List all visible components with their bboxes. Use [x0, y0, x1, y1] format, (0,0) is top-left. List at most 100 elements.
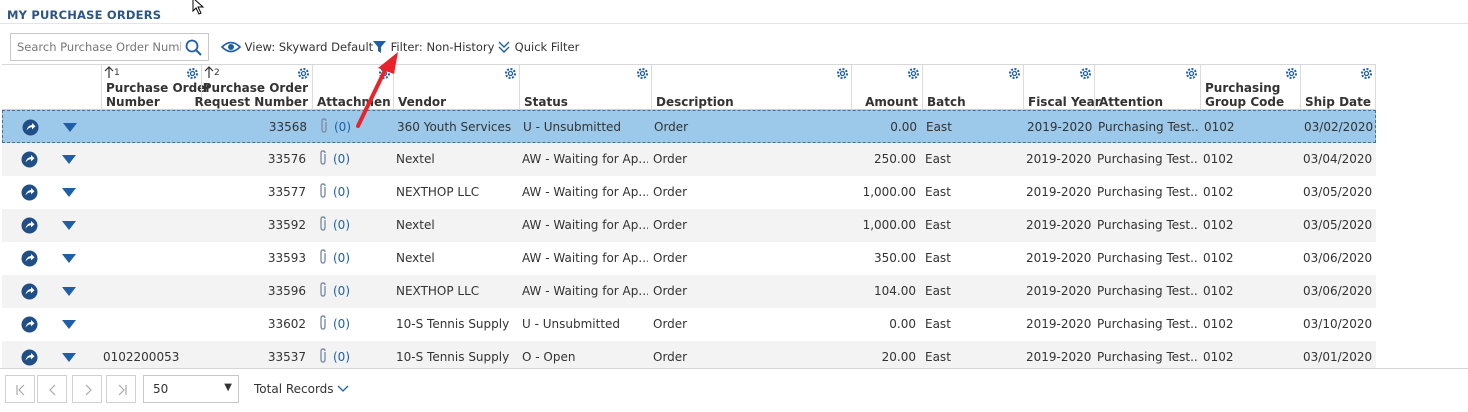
gear-icon[interactable] — [504, 67, 517, 80]
cell-attachments[interactable]: (0) — [318, 176, 388, 209]
header-por-number[interactable]: 2 Purchase Order Request Number — [195, 65, 312, 110]
cell-batch: East — [925, 185, 951, 199]
column-label: Attention — [1099, 95, 1164, 109]
last-page-icon — [118, 384, 127, 396]
cell-amount: 350.00 — [874, 251, 916, 265]
previous-page-button[interactable] — [37, 375, 67, 403]
header-vendor[interactable]: Vendor — [393, 65, 519, 110]
gear-icon[interactable] — [297, 67, 310, 80]
table-row[interactable]: 33596 NEXTHOP LLC AW - Waiting for Ap... Or… — [2, 275, 1376, 308]
column-label: Ship Date — [1305, 95, 1371, 109]
total-records-toggle[interactable]: Total Records — [254, 382, 349, 396]
cell-batch: East — [925, 317, 951, 331]
go-arrow-icon[interactable] — [21, 217, 38, 234]
cell-attention: Purchasing Test... — [1097, 317, 1197, 331]
cell-amount: 104.00 — [874, 284, 916, 298]
search-input[interactable] — [11, 34, 181, 60]
cell-attachments[interactable]: (0) — [318, 242, 388, 275]
header-amount[interactable]: Amount — [851, 65, 922, 110]
last-page-button[interactable] — [106, 375, 136, 403]
row-menu-dropdown-icon[interactable] — [63, 123, 77, 132]
cell-purchasing-group-code: 0102 — [1203, 317, 1234, 331]
header-po-number[interactable]: 1 Purchase Order Number — [101, 65, 211, 110]
column-label: Amount — [865, 95, 918, 109]
table-row[interactable]: 33593 Nextel AW - Waiting for Ap... Order 35… — [2, 242, 1376, 275]
go-arrow-icon[interactable] — [21, 316, 38, 333]
header-batch[interactable]: Batch — [922, 65, 1023, 110]
gear-icon[interactable] — [836, 67, 849, 80]
cell-description: Order — [653, 185, 688, 199]
cell-vendor: 360 Youth Services — [397, 120, 512, 134]
header-purchasing-group-code[interactable]: Purchasing Group Code — [1200, 65, 1300, 110]
cell-description: Order — [654, 120, 689, 134]
gear-icon[interactable] — [186, 67, 199, 80]
row-menu-dropdown-icon[interactable] — [62, 320, 76, 329]
cell-attachments[interactable]: (0) — [318, 308, 388, 341]
page-header: MY PURCHASE ORDERS — [0, 0, 1468, 24]
table-row[interactable]: 33602 10-S Tennis Supply U - Unsubmitted Or… — [2, 308, 1376, 341]
page-size-select[interactable]: 50 ▼ — [143, 375, 239, 403]
cell-por-number: 33577 — [267, 185, 306, 199]
go-arrow-icon[interactable] — [21, 283, 38, 300]
row-menu-dropdown-icon[interactable] — [62, 188, 76, 197]
first-page-button[interactable] — [5, 375, 35, 403]
go-arrow-icon[interactable] — [21, 151, 38, 168]
paperclip-icon — [321, 118, 327, 133]
paperclip-icon — [320, 150, 326, 165]
column-label: Status — [524, 95, 568, 109]
cell-por-number: 33596 — [267, 284, 306, 298]
go-arrow-icon[interactable] — [21, 250, 38, 267]
gear-icon[interactable] — [1008, 67, 1021, 80]
gear-icon[interactable] — [636, 67, 649, 80]
next-page-button[interactable] — [72, 375, 102, 403]
row-menu-dropdown-icon[interactable] — [62, 287, 76, 296]
table-row[interactable]: 33577 NEXTHOP LLC AW - Waiting for Ap... Or… — [2, 176, 1376, 209]
header-ship-date[interactable]: Ship Date — [1300, 65, 1376, 110]
search-icon[interactable] — [185, 39, 202, 56]
gear-icon[interactable] — [1185, 67, 1198, 80]
go-arrow-icon[interactable] — [21, 184, 38, 201]
cell-description: Order — [653, 251, 688, 265]
table-row[interactable]: 33592 Nextel AW - Waiting for Ap... Order 1,… — [2, 209, 1376, 242]
attachment-count: (0) — [333, 152, 350, 166]
header-fiscal-year[interactable]: Fiscal Year — [1023, 65, 1101, 110]
gear-icon[interactable] — [1360, 67, 1373, 80]
cell-attachments[interactable]: (0) — [318, 209, 388, 242]
cell-amount: 1,000.00 — [862, 185, 916, 199]
go-arrow-icon[interactable] — [21, 349, 38, 366]
header-status[interactable]: Status — [519, 65, 651, 110]
quick-filter-button[interactable]: Quick Filter — [497, 40, 579, 54]
header-attention[interactable]: Attention — [1094, 65, 1200, 110]
gear-icon[interactable] — [1079, 67, 1092, 80]
cell-vendor: Nextel — [396, 152, 435, 166]
gear-icon[interactable] — [1285, 67, 1298, 80]
cell-status: AW - Waiting for Ap... — [522, 284, 648, 298]
attachment-count: (0) — [334, 120, 351, 134]
cell-description: Order — [653, 218, 688, 232]
cell-attachments[interactable]: (0) — [318, 143, 388, 176]
column-label: Description — [656, 95, 734, 109]
table-row[interactable]: 33568 360 Youth Services U - Unsubmitted Or… — [2, 110, 1376, 143]
row-menu-dropdown-icon[interactable] — [62, 254, 76, 263]
row-menu-dropdown-icon[interactable] — [62, 353, 76, 362]
header-description[interactable]: Description — [651, 65, 851, 110]
gear-icon[interactable] — [907, 67, 920, 80]
row-menu-dropdown-icon[interactable] — [62, 155, 76, 164]
paperclip-icon — [320, 348, 326, 363]
cell-fiscal-year: 2019-2020 — [1027, 120, 1093, 134]
table-row[interactable]: 33576 Nextel AW - Waiting for Ap... Order 25… — [2, 143, 1376, 176]
grid-footer: 50 ▼ Total Records — [0, 368, 1468, 412]
go-arrow-icon[interactable] — [22, 119, 39, 136]
cell-vendor: NEXTHOP LLC — [396, 284, 480, 298]
chevron-down-icon — [337, 385, 349, 392]
cell-po-number — [103, 275, 199, 308]
sort-up-arrow-icon — [104, 66, 114, 78]
row-menu-dropdown-icon[interactable] — [62, 221, 76, 230]
cell-po-number — [103, 242, 199, 275]
cell-amount: 250.00 — [874, 152, 916, 166]
cell-batch: East — [925, 152, 951, 166]
mouse-cursor-icon — [192, 0, 205, 15]
chevron-left-icon — [49, 384, 56, 396]
cell-attachments[interactable]: (0) — [318, 275, 388, 308]
cell-amount: 1,000.00 — [862, 218, 916, 232]
